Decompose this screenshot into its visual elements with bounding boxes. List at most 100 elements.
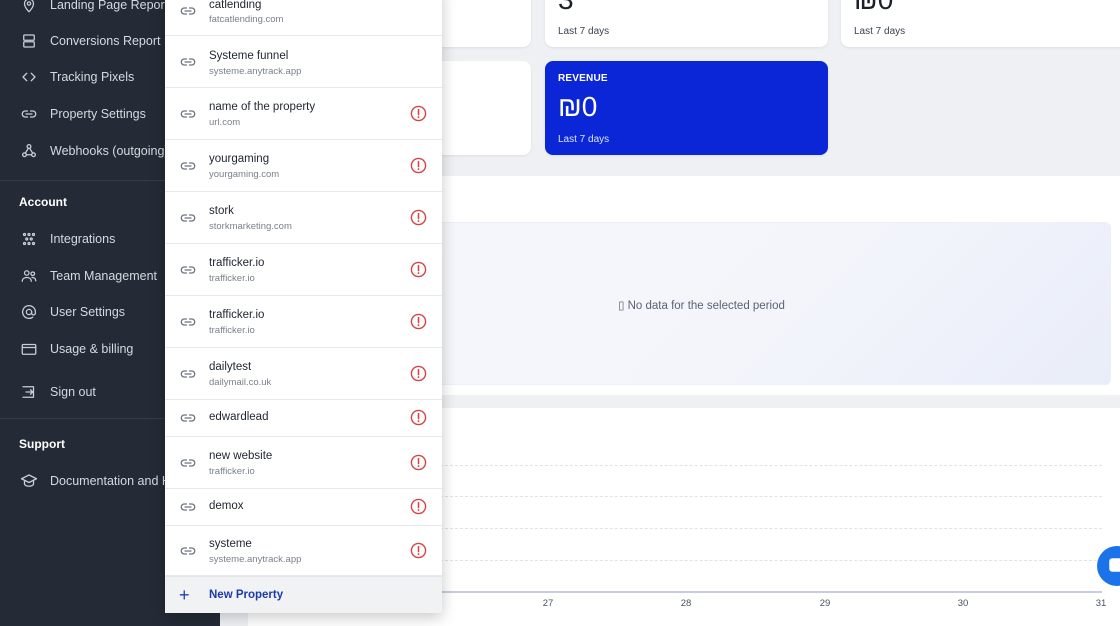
property-dropdown: catlending fatcatlending.com Systeme fun… — [165, 0, 442, 613]
graduation-cap-icon — [19, 471, 39, 491]
property-name: new website — [209, 450, 273, 462]
property-item[interactable]: trafficker.io trafficker.io — [165, 244, 442, 296]
chart-gridline — [440, 528, 1102, 529]
stat-value: ₪0 — [854, 0, 893, 16]
property-item[interactable]: stork storkmarketing.com — [165, 192, 442, 244]
revenue-value: ₪0 — [558, 91, 598, 122]
nav-label: Webhooks (outgoing) — [50, 144, 169, 158]
chart-gridline — [440, 465, 1102, 466]
link-icon — [179, 2, 197, 20]
warning-icon — [410, 105, 427, 122]
nav-label: Sign out — [50, 385, 96, 399]
integrations-icon — [19, 229, 39, 249]
property-name: name of the property — [209, 101, 316, 113]
stat-card-amount: ₪0 Last 7 days — [841, 0, 1120, 47]
property-name: trafficker.io — [209, 257, 265, 269]
stat-period: Last 7 days — [854, 26, 906, 37]
revenue-label: REVENUE — [558, 73, 608, 84]
team-icon — [19, 266, 39, 286]
property-url: dailymail.co.uk — [209, 377, 272, 388]
property-url: systeme.anytrack.app — [209, 66, 302, 77]
chart-x-axis — [440, 591, 1102, 593]
link-icon — [179, 409, 197, 427]
property-item[interactable]: systeme systeme.anytrack.app — [165, 526, 442, 576]
stat-value: 3 — [558, 0, 574, 16]
property-name: yourgaming — [209, 153, 270, 165]
chat-icon — [1109, 558, 1120, 572]
warning-icon — [410, 409, 427, 426]
account-section-title: Account — [19, 195, 67, 209]
credit-card-icon — [19, 339, 39, 359]
plus-icon: + — [179, 585, 190, 605]
property-url: storkmarketing.com — [209, 221, 292, 232]
property-item[interactable]: catlending fatcatlending.com — [165, 0, 442, 36]
nav-label: Team Management — [50, 269, 158, 283]
warning-icon — [410, 313, 427, 330]
property-item[interactable]: trafficker.io trafficker.io — [165, 296, 442, 348]
nav-label: Integrations — [50, 232, 116, 246]
x-tick-label: 29 — [819, 598, 831, 609]
webhook-icon — [19, 141, 39, 161]
stat-period: Last 7 days — [558, 26, 610, 37]
nav-label: Usage & billing — [50, 342, 134, 356]
property-url: fatcatlending.com — [209, 14, 284, 25]
property-url: trafficker.io — [209, 466, 255, 477]
property-name: edwardlead — [209, 411, 269, 423]
property-url: systeme.anytrack.app — [209, 554, 302, 565]
stat-card-count: 3 Last 7 days — [545, 0, 828, 47]
nav-label: Tracking Pixels — [50, 70, 135, 84]
warning-icon — [410, 365, 427, 382]
support-section-title: Support — [19, 437, 65, 451]
x-tick-label: 30 — [957, 598, 969, 609]
warning-icon — [410, 454, 427, 471]
property-item[interactable]: Systeme funnel systeme.anytrack.app — [165, 36, 442, 88]
link-icon — [179, 365, 197, 383]
nav-label: Conversions Report — [50, 34, 161, 48]
property-url: trafficker.io — [209, 273, 255, 284]
property-item[interactable]: yourgaming yourgaming.com — [165, 140, 442, 192]
link-icon — [179, 209, 197, 227]
link-icon — [179, 313, 197, 331]
property-item[interactable]: dailytest dailymail.co.uk — [165, 348, 442, 400]
new-property-button[interactable]: + New Property — [165, 576, 442, 613]
x-tick-label: 27 — [542, 598, 554, 609]
property-url: trafficker.io — [209, 325, 255, 336]
property-name: Systeme funnel — [209, 50, 289, 62]
property-name: catlending — [209, 0, 262, 11]
warning-icon — [410, 498, 427, 515]
link-icon — [179, 157, 197, 175]
warning-icon — [410, 542, 427, 559]
link-icon — [179, 53, 197, 71]
map-pin-icon — [19, 0, 39, 15]
property-name: demox — [209, 500, 244, 512]
revenue-period: Last 7 days — [558, 134, 610, 145]
property-item[interactable]: name of the property url.com — [165, 88, 442, 140]
link-icon — [179, 261, 197, 279]
property-item[interactable]: edwardlead — [165, 400, 442, 437]
nav-label: Property Settings — [50, 107, 146, 121]
new-property-label: New Property — [209, 589, 284, 601]
link-icon — [179, 105, 197, 123]
nav-label: User Settings — [50, 305, 126, 319]
chart-gridline — [440, 496, 1102, 497]
link-icon — [179, 454, 197, 472]
property-name: dailytest — [209, 361, 252, 373]
sign-out-icon — [19, 382, 39, 402]
link-icon — [179, 498, 197, 516]
nav-label: Landing Page Report — [50, 0, 169, 12]
property-name: systeme — [209, 538, 252, 550]
x-tick-label: 31 — [1095, 598, 1107, 609]
chart-gridline — [440, 560, 1102, 561]
warning-icon — [410, 209, 427, 226]
layers-icon — [19, 31, 39, 51]
property-url: url.com — [209, 117, 241, 128]
link-icon — [179, 542, 197, 560]
code-icon — [19, 67, 39, 87]
revenue-card: REVENUE ₪0 Last 7 days — [545, 61, 828, 155]
warning-icon — [410, 157, 427, 174]
property-name: trafficker.io — [209, 309, 265, 321]
property-item[interactable]: demox — [165, 489, 442, 526]
warning-icon — [410, 261, 427, 278]
link-icon — [19, 104, 39, 124]
property-item[interactable]: new website trafficker.io — [165, 437, 442, 489]
